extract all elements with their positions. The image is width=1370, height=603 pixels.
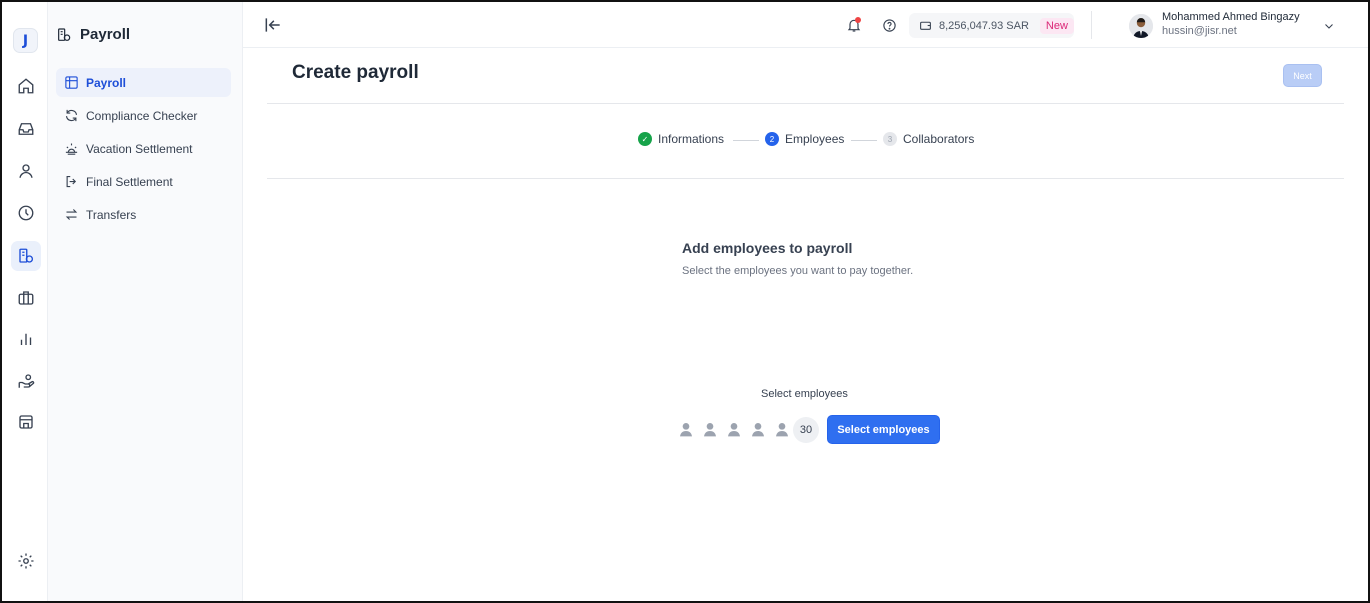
divider <box>267 103 1344 104</box>
divider <box>267 178 1344 179</box>
next-button[interactable]: Next <box>1283 64 1322 87</box>
person-icon[interactable] <box>11 156 41 186</box>
help-icon[interactable] <box>882 18 897 33</box>
wallet-icon <box>920 21 931 30</box>
chevron-down-icon[interactable] <box>1323 20 1335 32</box>
person-icon <box>776 423 788 437</box>
icon-rail: J <box>2 2 48 601</box>
payroll-sidebar: Payroll Payroll Compliance Checker Vacat… <box>48 2 243 601</box>
person-icon <box>752 423 764 437</box>
person-icon <box>680 423 692 437</box>
new-badge: New <box>1039 17 1074 34</box>
payroll-icon[interactable] <box>11 241 41 271</box>
sidebar-item-compliance-checker[interactable]: Compliance Checker <box>56 101 231 130</box>
sidebar-item-label: Transfers <box>86 207 137 222</box>
step-informations[interactable]: ✓ Informations <box>638 132 724 146</box>
sidebar-item-transfers[interactable]: Transfers <box>56 200 231 229</box>
hand-coins-icon[interactable] <box>11 366 41 396</box>
transfer-icon <box>65 209 78 220</box>
wallet-balance[interactable]: 8,256,047.93 SAR New <box>909 13 1074 38</box>
employee-count-badge: 30 <box>793 417 819 443</box>
sidebar-title: Payroll <box>56 26 130 43</box>
clock-icon[interactable] <box>11 198 41 228</box>
sidebar-item-label: Compliance Checker <box>86 108 198 123</box>
sunset-icon <box>65 143 78 155</box>
refresh-icon <box>65 109 78 122</box>
header-divider <box>1091 11 1092 39</box>
step-number: 3 <box>883 132 897 146</box>
avatar[interactable] <box>1129 14 1153 38</box>
step-collaborators[interactable]: 3 Collaborators <box>883 132 974 146</box>
person-icon <box>728 423 740 437</box>
section-subtitle: Select the employees you want to pay tog… <box>682 265 914 277</box>
select-employees-button[interactable]: Select employees <box>827 415 940 444</box>
person-icon <box>704 423 716 437</box>
sidebar-item-label: Payroll <box>86 75 127 90</box>
step-employees[interactable]: 2 Employees <box>765 132 844 146</box>
top-bar: 8,256,047.93 SAR New Mohammed Ahmed Bing… <box>243 2 1368 48</box>
home-icon[interactable] <box>11 71 41 101</box>
sidebar-title-text: Payroll <box>80 26 131 43</box>
briefcase-icon[interactable] <box>11 283 41 313</box>
step-number: 2 <box>765 132 779 146</box>
collapse-sidebar-icon[interactable] <box>263 15 283 35</box>
check-icon: ✓ <box>638 132 652 146</box>
sidebar-item-label: Final Settlement <box>86 174 173 189</box>
page-title: Create payroll <box>292 62 419 83</box>
settings-icon[interactable] <box>11 546 41 576</box>
sidebar-item-vacation-settlement[interactable]: Vacation Settlement <box>56 134 231 163</box>
app-logo[interactable]: J <box>13 28 38 53</box>
inbox-icon[interactable] <box>11 114 41 144</box>
notification-dot <box>855 17 861 23</box>
bar-chart-icon[interactable] <box>11 324 41 354</box>
sidebar-item-payroll[interactable]: Payroll <box>56 68 231 97</box>
step-connector <box>733 140 759 141</box>
sidebar-item-label: Vacation Settlement <box>86 141 193 156</box>
sidebar-item-final-settlement[interactable]: Final Settlement <box>56 167 231 196</box>
step-label: Collaborators <box>903 132 975 146</box>
user-email: hussin@jisr.net <box>1162 25 1237 37</box>
store-icon[interactable] <box>11 407 41 437</box>
app-window: J Payroll Payroll Compliance Checker Vac… <box>0 0 1370 603</box>
step-connector <box>851 140 877 141</box>
section-title: Add employees to payroll <box>682 240 853 256</box>
user-name: Mohammed Ahmed Bingazy <box>1162 11 1300 23</box>
step-label: Employees <box>785 132 845 146</box>
step-label: Informations <box>658 132 725 146</box>
table-icon <box>65 76 78 89</box>
balance-amount: 8,256,047.93 SAR <box>939 19 1029 32</box>
exit-icon <box>66 175 77 188</box>
select-employees-label: Select employees <box>761 388 848 400</box>
payroll-icon <box>58 27 71 41</box>
